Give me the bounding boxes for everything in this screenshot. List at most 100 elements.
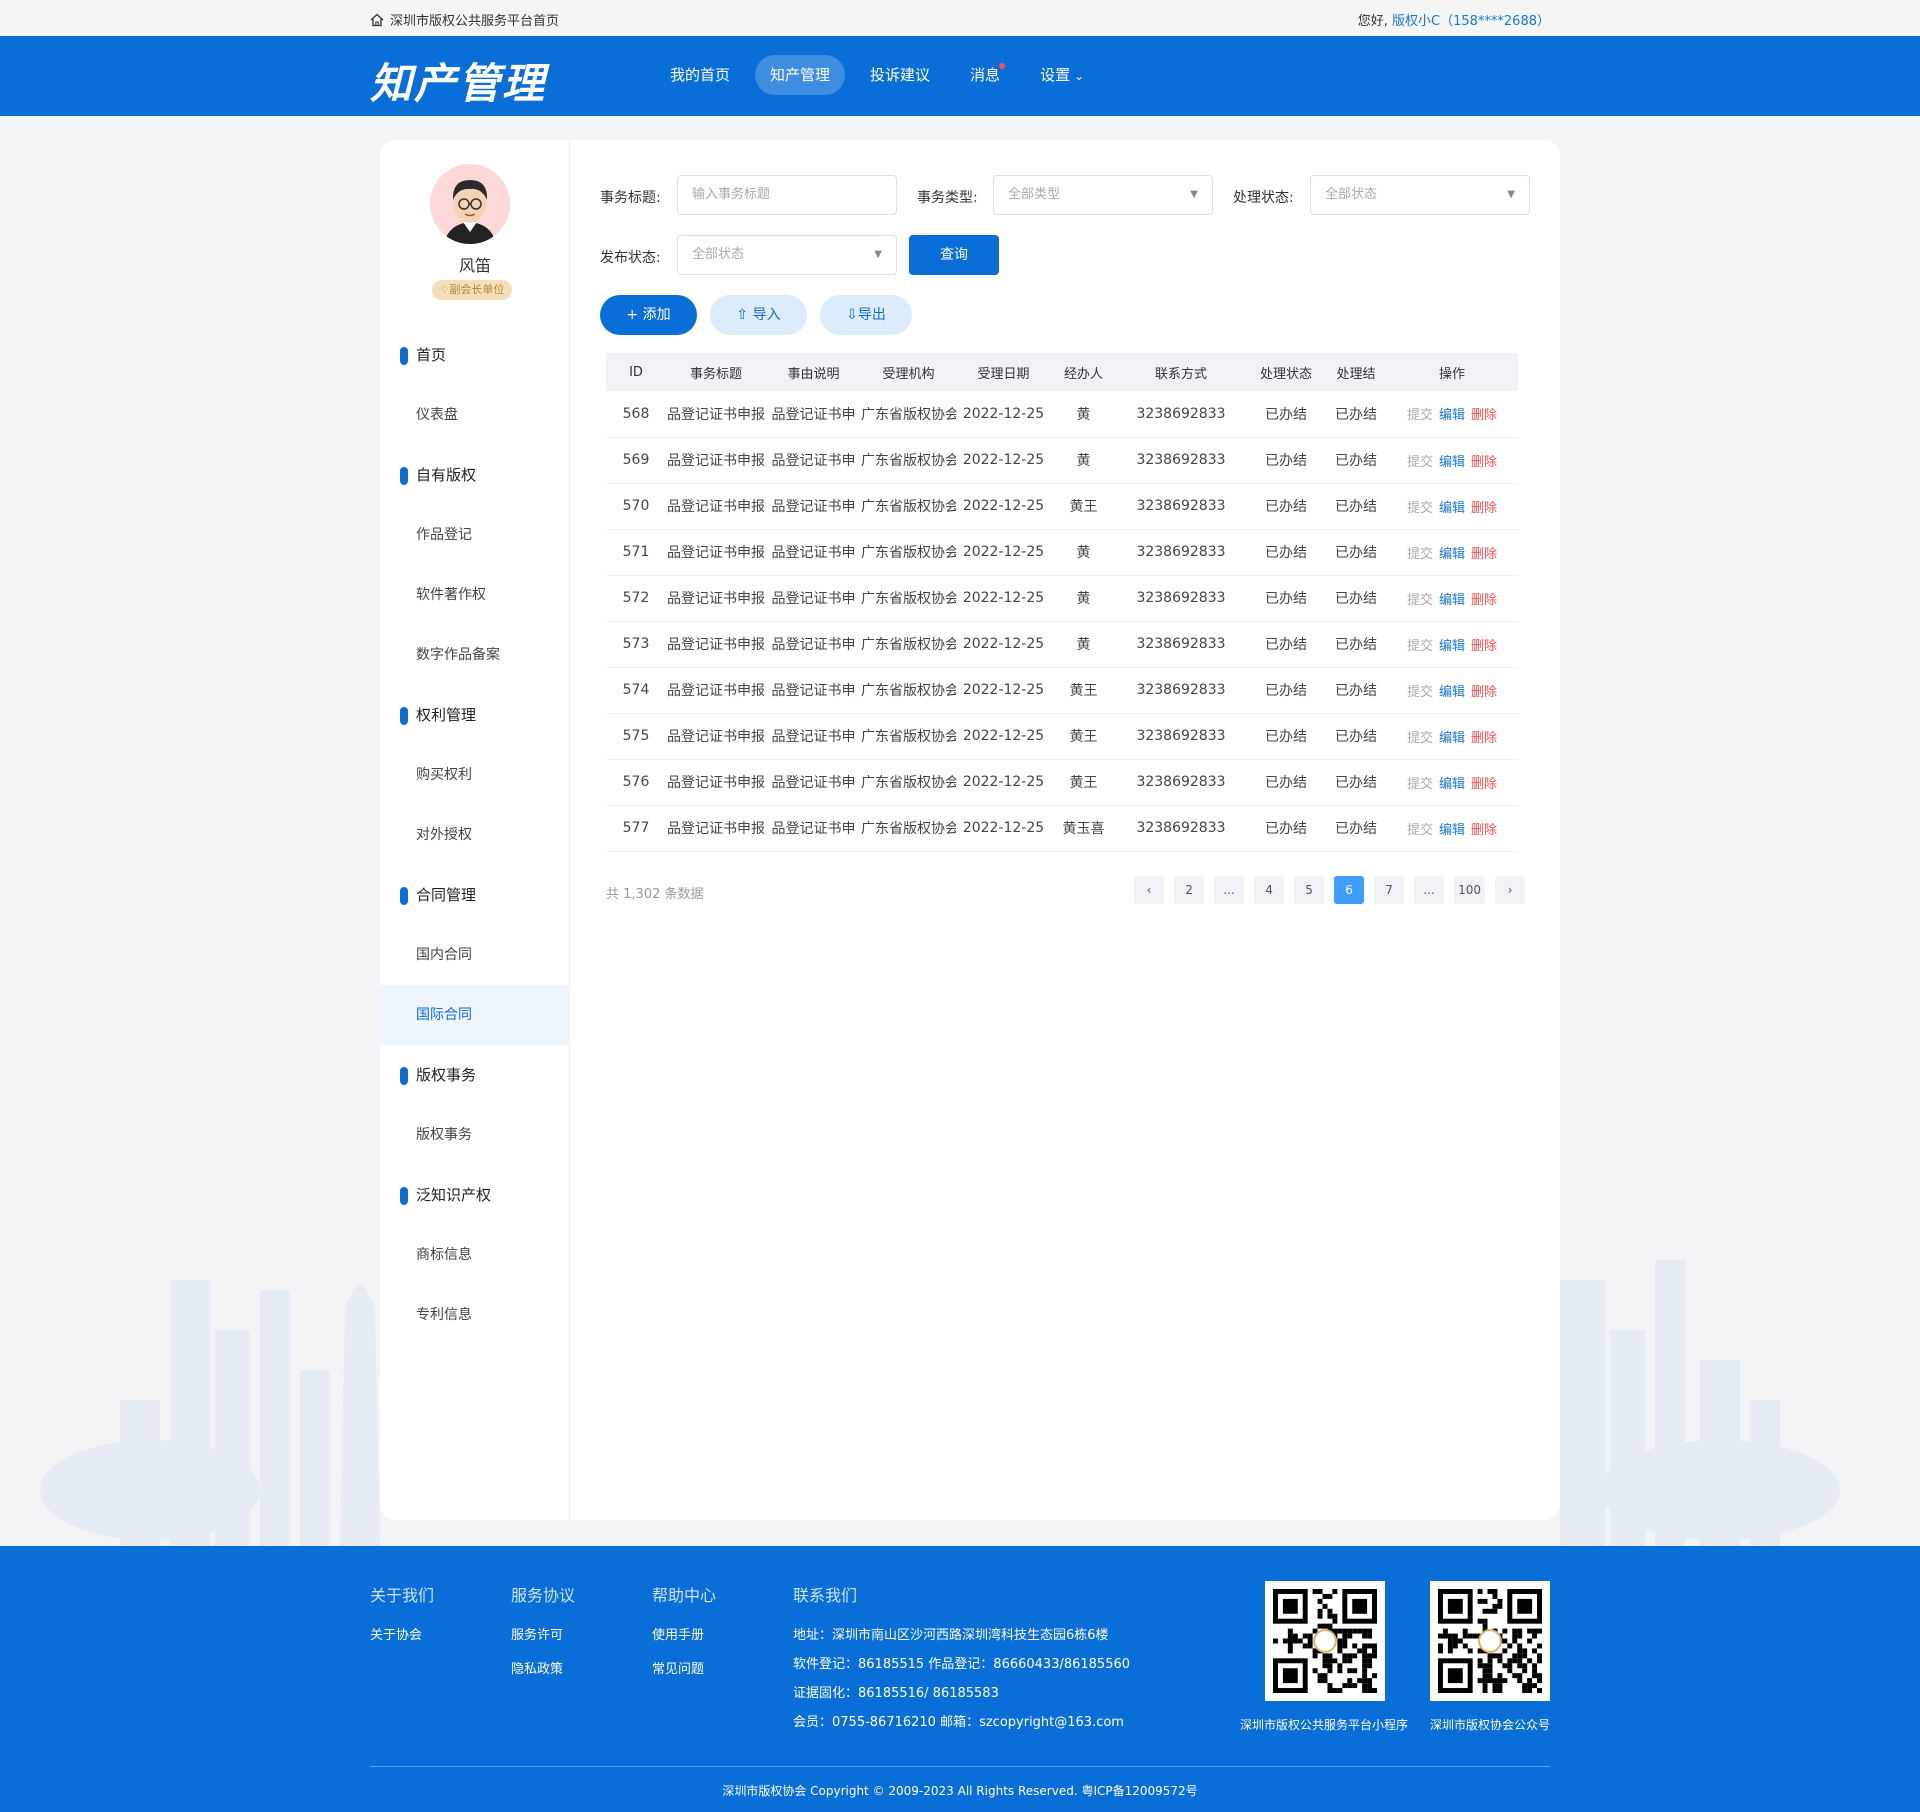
publish-filter-select[interactable]: 全部状态 ▼ [677, 235, 897, 275]
submit-button[interactable]: 提交 [1407, 408, 1433, 423]
page-ellipsis[interactable]: ... [1414, 876, 1445, 904]
sidebar-group-affairs[interactable]: 版权事务 [380, 1045, 570, 1105]
page-button-current[interactable]: 6 [1334, 876, 1365, 904]
add-button[interactable]: + 添加 [600, 295, 697, 335]
edit-button[interactable]: 编辑 [1439, 593, 1465, 608]
delete-button[interactable]: 删除 [1471, 777, 1497, 792]
column-header: 处理状态 [1246, 353, 1326, 391]
footer-link[interactable]: 使用手册 [652, 1624, 716, 1643]
sidebar-group-home[interactable]: 首页 [380, 325, 570, 385]
sidebar-group-own-copyright[interactable]: 自有版权 [380, 445, 570, 505]
query-button[interactable]: 查询 [909, 235, 999, 275]
delete-button[interactable]: 删除 [1471, 408, 1497, 423]
header: 知产管理 我的首页 知产管理 投诉建议 消息 设置 ⌄ [0, 36, 1920, 116]
nav-item-label: 投诉建议 [870, 66, 931, 84]
prev-page-icon[interactable]: ‹ [1134, 876, 1165, 904]
nav-item-complaints[interactable]: 投诉建议 [855, 55, 945, 95]
edit-button[interactable]: 编辑 [1439, 547, 1465, 562]
delete-button[interactable]: 删除 [1471, 501, 1497, 516]
submit-button[interactable]: 提交 [1407, 823, 1433, 838]
sidebar-group-label: 权利管理 [416, 706, 477, 724]
cell-phone: 3238692833 [1116, 483, 1246, 530]
avatar[interactable] [430, 164, 510, 244]
submit-button[interactable]: 提交 [1407, 593, 1433, 608]
next-page-icon[interactable]: › [1495, 876, 1525, 904]
nav-item-ip-management[interactable]: 知产管理 [755, 55, 846, 95]
cell-reason: 品登记证书申 [766, 713, 861, 760]
edit-button[interactable]: 编辑 [1439, 501, 1465, 516]
edit-button[interactable]: 编辑 [1439, 777, 1465, 792]
edit-button[interactable]: 编辑 [1439, 823, 1465, 838]
title-filter-input[interactable]: 输入事务标题 [677, 175, 897, 215]
delete-button[interactable]: 删除 [1471, 639, 1497, 654]
footer-link[interactable]: 关于协会 [370, 1624, 434, 1643]
submit-button[interactable]: 提交 [1407, 547, 1433, 562]
page-button[interactable]: 5 [1294, 876, 1325, 904]
submit-button[interactable]: 提交 [1407, 639, 1433, 654]
page-button[interactable]: 2 [1174, 876, 1205, 904]
footer-link[interactable]: 隐私政策 [511, 1658, 575, 1677]
nav-item-settings[interactable]: 设置 ⌄ [1025, 55, 1099, 95]
cell-result: 已办结 [1326, 437, 1386, 484]
pagination: ‹ 2 ... 4 5 6 7 ... 100 › [1134, 876, 1525, 904]
sidebar-item-external-license[interactable]: 对外授权 [380, 805, 570, 865]
submit-button[interactable]: 提交 [1407, 777, 1433, 792]
user-name-link[interactable]: 版权小C（158****2688） [1392, 14, 1550, 29]
sidebar-group-contracts[interactable]: 合同管理 [380, 865, 570, 925]
submit-button[interactable]: 提交 [1407, 501, 1433, 516]
sidebar-item-international-contract[interactable]: 国际合同 [380, 985, 570, 1045]
page-button[interactable]: 4 [1254, 876, 1285, 904]
export-button[interactable]: ⇩导出 [820, 295, 912, 335]
delete-button[interactable]: 删除 [1471, 731, 1497, 746]
cell-id: 573 [606, 621, 666, 668]
cell-actions: 提交 编辑 删除 [1386, 621, 1518, 668]
cell-result: 已办结 [1326, 621, 1386, 668]
nav-item-home[interactable]: 我的首页 [655, 55, 745, 95]
cell-org: 广东省版权协会 [861, 667, 956, 714]
status-filter-select[interactable]: 全部状态 ▼ [1310, 175, 1530, 215]
mini-program-qr-code [1265, 1581, 1385, 1701]
sidebar-group-rights[interactable]: 权利管理 [380, 685, 570, 745]
delete-button[interactable]: 删除 [1471, 823, 1497, 838]
publish-filter-label: 发布状态: [600, 250, 661, 266]
import-button[interactable]: ⇧ 导入 [710, 295, 807, 335]
type-filter-select[interactable]: 全部类型 ▼ [993, 175, 1213, 215]
nav-item-messages[interactable]: 消息 [955, 55, 1015, 95]
submit-button[interactable]: 提交 [1407, 685, 1433, 700]
edit-button[interactable]: 编辑 [1439, 685, 1465, 700]
edit-button[interactable]: 编辑 [1439, 639, 1465, 654]
sidebar-item-work-registration[interactable]: 作品登记 [380, 505, 570, 565]
sidebar-item-trademark[interactable]: 商标信息 [380, 1225, 570, 1285]
sidebar-item-software-copyright[interactable]: 软件著作权 [380, 565, 570, 625]
submit-button[interactable]: 提交 [1407, 731, 1433, 746]
sidebar-item-patent[interactable]: 专利信息 [380, 1285, 570, 1345]
sidebar-item-buy-rights[interactable]: 购买权利 [380, 745, 570, 805]
footer-link[interactable]: 服务许可 [511, 1624, 575, 1643]
column-header: 经办人 [1051, 353, 1116, 391]
cell-actions: 提交 编辑 删除 [1386, 529, 1518, 576]
sidebar-item-copyright-affairs[interactable]: 版权事务 [380, 1105, 570, 1165]
page-button[interactable]: 7 [1374, 876, 1405, 904]
footer-link[interactable]: 常见问题 [652, 1658, 716, 1677]
plus-icon: + [626, 307, 643, 323]
content-card: 风笛 ♢副会长单位 首页 仪表盘 自有版权 作品登记 软件著作权 数字作品备案 … [380, 140, 1560, 1520]
delete-button[interactable]: 删除 [1471, 685, 1497, 700]
edit-button[interactable]: 编辑 [1439, 408, 1465, 423]
cell-status: 已办结 [1246, 437, 1326, 484]
cell-org: 广东省版权协会 [861, 805, 956, 852]
cell-phone: 3238692833 [1116, 667, 1246, 714]
page-ellipsis[interactable]: ... [1214, 876, 1245, 904]
cell-reason: 品登记证书申 [766, 805, 861, 852]
delete-button[interactable]: 删除 [1471, 455, 1497, 470]
delete-button[interactable]: 删除 [1471, 593, 1497, 608]
home-link[interactable]: 深圳市版权公共服务平台首页 [370, 10, 559, 29]
page-button[interactable]: 100 [1454, 876, 1485, 904]
sidebar-item-digital-filing[interactable]: 数字作品备案 [380, 625, 570, 685]
edit-button[interactable]: 编辑 [1439, 731, 1465, 746]
edit-button[interactable]: 编辑 [1439, 455, 1465, 470]
submit-button[interactable]: 提交 [1407, 455, 1433, 470]
sidebar-item-dashboard[interactable]: 仪表盘 [380, 385, 570, 445]
sidebar-item-domestic-contract[interactable]: 国内合同 [380, 925, 570, 985]
sidebar-group-general-ip[interactable]: 泛知识产权 [380, 1165, 570, 1225]
delete-button[interactable]: 删除 [1471, 547, 1497, 562]
